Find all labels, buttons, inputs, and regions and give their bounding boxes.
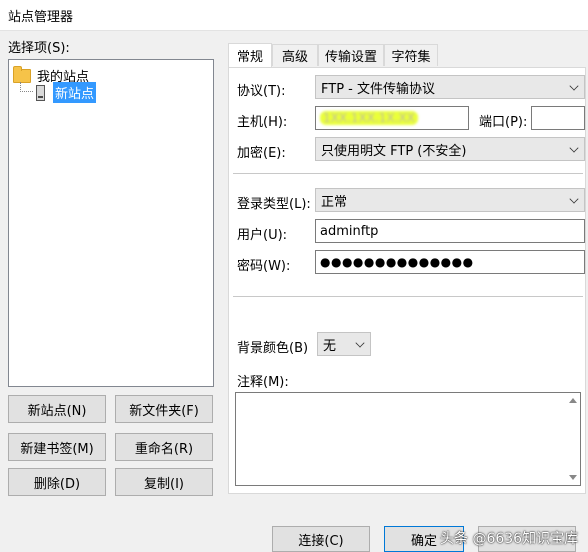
watermark-text: 头条 @6636知识宝库 [440, 531, 579, 547]
site-tree[interactable]: 我的站点 新站点 [8, 59, 214, 387]
user-label: 用户(U): [237, 228, 288, 243]
logon-type-value: 正常 [321, 194, 348, 210]
protocol-label: 协议(T): [237, 84, 286, 99]
password-input[interactable]: ●●●●●●●●●●●●●● [315, 250, 585, 274]
user-input[interactable]: adminftp [315, 219, 585, 243]
comment-label: 注释(M): [237, 375, 289, 390]
copy-button[interactable]: 复制(I) [115, 468, 213, 496]
password-label: 密码(W): [237, 259, 291, 274]
tab-advanced[interactable]: 高级 [272, 44, 318, 66]
logon-type-label: 登录类型(L): [237, 197, 311, 212]
delete-button[interactable]: 删除(D) [8, 468, 106, 496]
divider [233, 296, 583, 297]
chevron-down-icon [569, 81, 579, 91]
host-label: 主机(H): [237, 115, 288, 130]
logon-type-select[interactable]: 正常 [315, 188, 585, 212]
new-site-button[interactable]: 新站点(N) [8, 395, 106, 423]
background-color-label: 背景颜色(B) [237, 341, 309, 356]
select-entry-label: 选择项(S): [8, 41, 70, 56]
encryption-label: 加密(E): [237, 146, 286, 161]
chevron-down-icon [569, 143, 579, 153]
user-value: adminftp [320, 223, 379, 239]
protocol-value: FTP - 文件传输协议 [321, 81, 435, 97]
tab-charset[interactable]: 字符集 [384, 44, 438, 66]
scroll-down-icon[interactable] [569, 475, 577, 481]
port-label: 端口(P): [479, 115, 528, 130]
chevron-down-icon [355, 338, 365, 348]
host-input[interactable]: 1XX.1XX.1X.XX [315, 106, 469, 130]
divider [233, 173, 583, 174]
window-title: 站点管理器 [8, 10, 74, 25]
rename-button[interactable]: 重命名(R) [115, 433, 213, 461]
general-panel: 协议(T): FTP - 文件传输协议 主机(H): 1XX.1XX.1X.XX… [228, 67, 586, 494]
encryption-value: 只使用明文 FTP (不安全) [321, 143, 467, 159]
title-bar: 站点管理器 [0, 0, 588, 31]
host-value: 1XX.1XX.1X.XX [320, 111, 418, 125]
background-color-value: 无 [323, 338, 337, 354]
background-color-select[interactable]: 无 [317, 332, 371, 356]
new-bookmark-button[interactable]: 新建书签(M) [8, 433, 106, 461]
password-value: ●●●●●●●●●●●●●● [320, 255, 474, 269]
tab-general[interactable]: 常规 [228, 43, 272, 67]
comment-textarea[interactable] [235, 392, 581, 486]
protocol-select[interactable]: FTP - 文件传输协议 [315, 75, 585, 99]
tree-item-new-site[interactable]: 新站点 [36, 82, 97, 103]
scroll-up-icon[interactable] [569, 397, 577, 403]
chevron-down-icon [569, 194, 579, 204]
tab-transfer-settings[interactable]: 传输设置 [318, 44, 384, 66]
encryption-select[interactable]: 只使用明文 FTP (不安全) [315, 137, 585, 161]
tree-connector [20, 91, 33, 92]
port-input[interactable] [531, 106, 585, 130]
new-folder-button[interactable]: 新文件夹(F) [115, 395, 213, 423]
folder-icon [13, 65, 31, 83]
server-icon [36, 84, 45, 101]
tree-item-label: 新站点 [53, 82, 97, 103]
connect-button[interactable]: 连接(C) [272, 526, 370, 552]
